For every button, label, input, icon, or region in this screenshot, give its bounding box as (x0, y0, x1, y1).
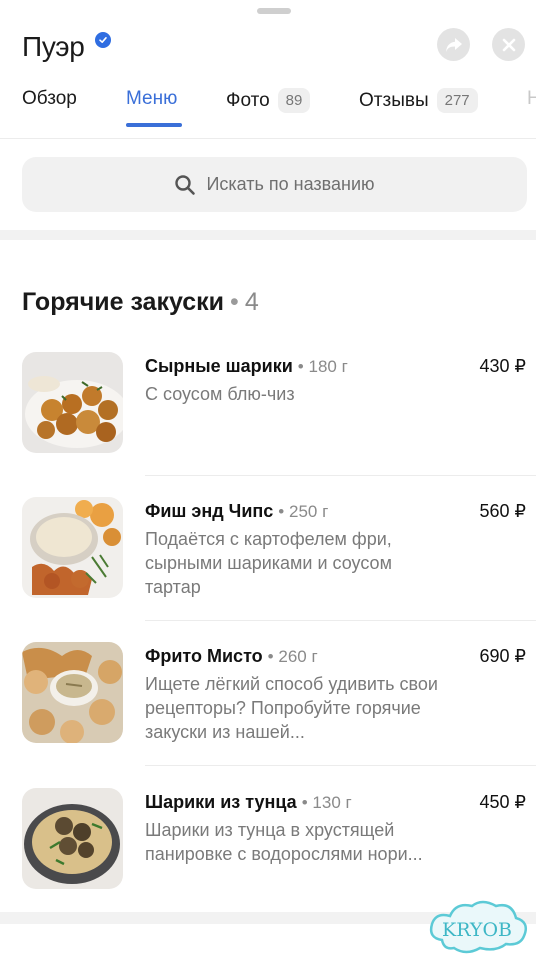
dish-photo (22, 497, 123, 598)
tab-count-badge: 277 (436, 88, 478, 113)
section-item-count: 4 (244, 288, 259, 316)
tab-label: Обзор (22, 88, 77, 109)
dish-price: 430 ₽ (479, 356, 527, 376)
tab-label: Меню (126, 88, 178, 109)
section-title-text: Горячие закуски (22, 288, 225, 316)
dish-description: Шарики из тунца в хрустящей панировке с … (145, 820, 423, 864)
dish-photo (22, 352, 123, 453)
close-button[interactable] (492, 28, 525, 61)
dish-title: Шарики из тунца (145, 792, 297, 812)
dish-weight: 250 г (288, 502, 329, 521)
tab-overview[interactable]: Обзор (22, 88, 77, 110)
dish-title: Фиш энд Чипс (145, 501, 274, 521)
dish-title: Фрито Мисто (145, 646, 263, 666)
dish-name: Фиш энд Чипс • 250 г (145, 501, 329, 521)
section-separator (0, 230, 536, 240)
dish-description: Подаётся с картофелем фри, сырными шарик… (145, 529, 392, 597)
tab-bar: Обзор Меню Фото 89 Отзывы 277 Н (0, 86, 536, 136)
dish-name: Сырные шарики • 180 г (145, 356, 348, 376)
dish-price: 450 ₽ (479, 792, 527, 812)
tab-count-badge: 89 (277, 88, 311, 113)
tab-more[interactable]: Н (527, 88, 536, 110)
menu-search-input[interactable]: Искать по названию (22, 157, 527, 212)
divider (0, 138, 536, 139)
tab-label: Фото (226, 89, 270, 111)
place-title: Пуэр (22, 31, 85, 62)
tab-reviews[interactable]: Отзывы 277 (359, 88, 478, 113)
dish-photo (22, 642, 123, 743)
watermark-logo: KRYOB (424, 900, 530, 958)
watermark-text: KRYOB (442, 919, 512, 941)
dish-description: С соусом блю-чиз (145, 384, 295, 404)
share-button[interactable] (437, 28, 470, 61)
divider (145, 765, 536, 766)
search-icon (175, 174, 196, 195)
tab-label: Отзывы (359, 89, 429, 111)
dish-name: Шарики из тунца • 130 г (145, 792, 352, 812)
search-placeholder: Искать по названию (206, 174, 375, 194)
dish-description: Ищете лёгкий способ удивить свои рецепто… (145, 674, 438, 742)
dish-photo (22, 788, 123, 889)
place-header: Пуэр (22, 28, 526, 68)
dish-weight: 260 г (278, 647, 318, 666)
verified-badge-icon (95, 32, 111, 48)
tab-photos[interactable]: Фото 89 (226, 88, 311, 113)
divider (145, 620, 536, 621)
close-icon (502, 38, 515, 51)
tab-menu[interactable]: Меню (126, 88, 177, 110)
section-title: Горячие закуски • 4 (22, 288, 259, 316)
share-icon (445, 37, 462, 52)
dish-title: Сырные шарики (145, 356, 293, 376)
active-tab-indicator (126, 123, 182, 127)
tab-label: Н (527, 88, 536, 109)
dish-name: Фрито Мисто • 260 г (145, 646, 318, 666)
divider (145, 475, 536, 476)
dish-weight: 180 г (308, 357, 348, 376)
dish-price: 560 ₽ (479, 501, 527, 521)
dish-price: 690 ₽ (479, 646, 527, 666)
dish-weight: 130 г (312, 793, 352, 812)
sheet-drag-handle[interactable] (257, 8, 291, 14)
place-card-sheet: Пуэр Обзор Меню Фото 89 Отзывы 277 Н Искат… (0, 0, 536, 960)
